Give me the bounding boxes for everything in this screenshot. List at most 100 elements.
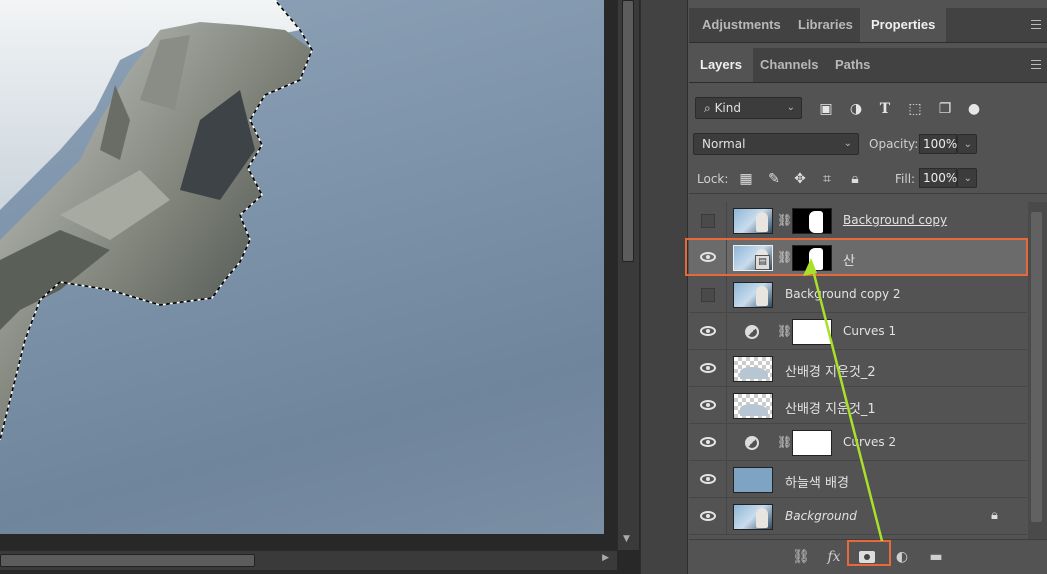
layer-name[interactable]: 산 [843,250,855,269]
layer-thumbnail[interactable] [733,467,773,493]
tab-layers[interactable]: Layers [689,48,753,82]
tab-libraries[interactable]: Libraries [787,8,864,42]
layer-name[interactable]: 산배경 지운것_1 [785,398,876,417]
link-chain-icon[interactable]: ⛓ [777,249,792,266]
artboard-image[interactable] [0,0,604,534]
layer-thumbnail[interactable] [733,504,773,530]
eye-icon[interactable] [700,511,716,521]
visibility-cell[interactable] [689,350,727,387]
pixel-filter-icon[interactable]: ▣ [817,100,835,118]
shape-filter-icon[interactable]: ⬚ [906,100,924,118]
scroll-down-icon[interactable]: ▼ [623,534,630,544]
lock-label: Lock: [697,172,729,186]
layers-tabbar: Layers Channels Paths [689,48,1047,83]
new-group-icon[interactable]: ▬ [926,548,946,566]
opacity-dropdown[interactable]: ⌄ [957,134,977,154]
filter-toggle-icon[interactable]: ● [965,100,983,118]
layer-row[interactable]: Background 🔒︎ [689,498,1027,535]
layers-vscroll-thumb[interactable] [1031,212,1042,522]
tab-properties[interactable]: Properties [860,8,947,42]
visibility-cell[interactable] [689,202,727,239]
layers-list: ⛓ Background copy ⛓ 산 Background copy 2 … [689,202,1027,539]
fill-dropdown[interactable]: ⌄ [957,168,977,188]
layer-lock-icon[interactable]: 🔒︎ [991,508,1005,524]
visibility-off-box[interactable] [701,288,715,302]
link-layers-icon[interactable]: ⛓ [791,548,811,566]
adjustment-layer-icon[interactable]: ◐ [892,548,912,566]
layer-thumbnail[interactable] [733,356,773,382]
lock-all-icon[interactable]: 🔒︎ [846,170,864,188]
smart-object-filter-icon[interactable]: ❐ [936,100,954,118]
layer-name[interactable]: Curves 1 [843,324,896,338]
adjustment-layer-icon [745,325,759,339]
lock-artboard-icon[interactable]: ⌗ [818,170,836,188]
visibility-cell[interactable] [689,276,727,313]
link-chain-icon[interactable]: ⛓ [777,323,792,340]
eye-icon[interactable] [700,252,716,262]
filter-kind-select[interactable]: ⌕ Kind ⌄ [695,97,802,119]
layer-name[interactable]: Background copy [843,213,947,227]
right-panel: Adjustments Libraries Properties Layers … [689,0,1047,574]
layer-name[interactable]: 산배경 지운것_2 [785,361,876,380]
visibility-cell[interactable] [689,239,727,276]
tab-adjustments[interactable]: Adjustments [691,8,792,42]
link-chain-icon[interactable]: ⛓ [777,434,792,451]
canvas-horizontal-scrollbar[interactable]: ▶ [0,550,617,570]
blend-row: Normal ⌄ Opacity: 100% ⌄ [689,130,1047,160]
eye-icon[interactable] [700,363,716,373]
layer-name[interactable]: Background [785,509,857,523]
layer-row[interactable]: ⛓ Curves 2 [689,424,1027,461]
layer-row[interactable]: 산배경 지운것_2 [689,350,1027,387]
eye-icon[interactable] [700,326,716,336]
layer-thumbnail[interactable] [733,282,773,308]
canvas-hscroll-thumb[interactable] [0,554,255,567]
layers-panel-menu-icon[interactable] [1031,60,1041,69]
lock-transparent-icon[interactable]: ▦ [737,170,755,188]
lock-image-icon[interactable]: ✎ [765,170,783,188]
scroll-right-icon[interactable]: ▶ [602,553,609,563]
eye-icon[interactable] [700,474,716,484]
tab-channels[interactable]: Channels [749,48,830,82]
layer-row-selected[interactable]: ⛓ 산 [689,239,1027,276]
add-mask-icon[interactable] [857,548,877,566]
layer-name[interactable]: 하늘색 배경 [785,472,849,491]
layer-mask-thumbnail[interactable] [792,319,832,345]
tab-paths[interactable]: Paths [824,48,881,82]
layer-filter-row: ⌕ Kind ⌄ ▣ ◑ T ⬚ ❐ ● [689,92,1047,124]
fx-icon[interactable]: fx [824,548,844,566]
layer-thumbnail[interactable] [733,208,773,234]
fill-label: Fill: [895,172,916,186]
lock-position-icon[interactable]: ✥ [791,170,809,188]
properties-tabbar: Adjustments Libraries Properties [689,8,1047,43]
eye-icon[interactable] [700,437,716,447]
layer-mask-thumbnail[interactable] [792,430,832,456]
link-chain-icon[interactable]: ⛓ [777,212,792,229]
fill-field[interactable]: 100% [919,168,957,188]
document-canvas[interactable]: ▼ ▶ [0,0,640,574]
canvas-vertical-scrollbar[interactable]: ▼ [617,0,639,550]
visibility-cell[interactable] [689,424,727,461]
type-filter-icon[interactable]: T [876,100,894,118]
visibility-cell[interactable] [689,498,727,535]
layer-row[interactable]: ⛓ Background copy [689,202,1027,239]
layer-name[interactable]: Curves 2 [843,435,896,449]
layer-row[interactable]: 산배경 지운것_1 [689,387,1027,424]
layers-vertical-scrollbar[interactable] [1028,202,1047,539]
layer-row[interactable]: 하늘색 배경 [689,461,1027,498]
layer-mask-thumbnail[interactable] [792,245,832,271]
blend-mode-select[interactable]: Normal ⌄ [693,133,859,155]
visibility-cell[interactable] [689,461,727,498]
visibility-off-box[interactable] [701,214,715,228]
layer-thumbnail[interactable] [733,393,773,419]
adjustment-filter-icon[interactable]: ◑ [847,100,865,118]
layer-mask-thumbnail[interactable] [792,208,832,234]
visibility-cell[interactable] [689,313,727,350]
visibility-cell[interactable] [689,387,727,424]
opacity-field[interactable]: 100% [919,134,957,154]
canvas-vscroll-thumb[interactable] [622,0,634,262]
layer-name[interactable]: Background copy 2 [785,287,901,301]
eye-icon[interactable] [700,400,716,410]
panel-menu-icon[interactable] [1031,20,1041,29]
layer-row[interactable]: ⛓ Curves 1 [689,313,1027,350]
layer-row[interactable]: Background copy 2 [689,276,1027,313]
